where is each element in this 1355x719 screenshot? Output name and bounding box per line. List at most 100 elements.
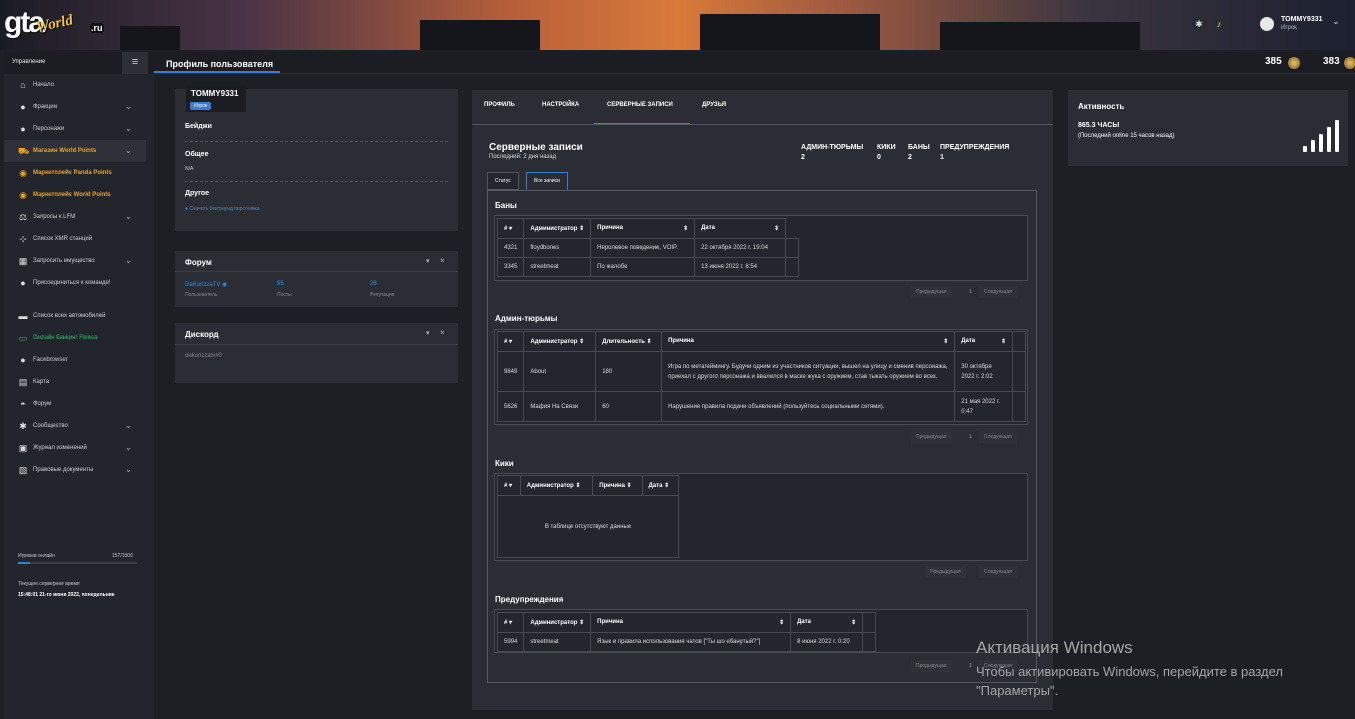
menu-toggle-icon[interactable]: ≡ — [122, 52, 148, 74]
sidebar-item-factions[interactable]: ● Фракции ⌄ — [4, 96, 146, 118]
col-date[interactable]: Дата ⇕ — [694, 218, 787, 239]
sidebar-item-label: Список всех автомобилей — [33, 313, 106, 319]
sidebar-item-panda-market[interactable]: ◉ Маркетплейс Panda Points — [4, 162, 146, 184]
download-background-link[interactable]: ● Скачать бекграунд персонажа — [185, 206, 260, 212]
sidebar-item-vehicles[interactable]: ▬ Список всех автомобилей — [4, 305, 146, 327]
sidebar-item-forum[interactable]: ◓ Форум — [4, 393, 146, 415]
signal-bars-icon — [1303, 120, 1339, 152]
user-role: Игрок — [1281, 25, 1297, 31]
stat-value: 2 — [908, 154, 912, 161]
col-id[interactable]: # ▾ — [496, 218, 525, 239]
col-reason[interactable]: Причина ⇕ — [592, 475, 643, 496]
sidebar-item-legal[interactable]: ▧ Правовые документы ⌄ — [4, 459, 146, 481]
col-id[interactable]: # ▾ — [496, 331, 525, 352]
tab-server-records[interactable]: СЕРВЕРНЫЕ ЗАПИСИ — [607, 102, 673, 108]
col-admin[interactable]: Администратор ⇕ — [523, 218, 592, 239]
cell-admin: streetmeat — [523, 257, 592, 277]
forum-reputation: 28 — [370, 281, 377, 287]
tab-settings[interactable]: НАСТРОЙКА — [542, 102, 579, 108]
column-header: Причина — [599, 483, 625, 489]
tab-profile[interactable]: ПРОФИЛЬ — [484, 102, 515, 108]
sidebar-item-changelog[interactable]: ▣ Журнал изменений ⌄ — [4, 437, 146, 459]
table-filler — [1011, 331, 1027, 352]
column-header: # — [504, 483, 508, 489]
stat-label: ПРЕДУПРЕЖДЕНИЯ — [940, 144, 1010, 151]
col-reason[interactable]: Причина ⇕ — [590, 218, 696, 239]
jails-page-number[interactable]: 1 — [969, 434, 972, 440]
table-row: 4321 floydbones Неролевое поведение, VOI… — [496, 238, 800, 258]
user-name[interactable]: TOMMY9331 — [1281, 16, 1323, 23]
sidebar-item-shop[interactable]: ⛟ Магазин World Points ⌄ — [4, 140, 146, 162]
close-icon[interactable]: × — [440, 256, 445, 265]
col-date[interactable]: Дата ⇕ — [641, 475, 680, 496]
sidebar-item-xmr[interactable]: ⊹ Список XMR станций — [4, 228, 146, 250]
cell-id: 3345 — [496, 257, 525, 277]
warnings-page-number[interactable]: 1 — [969, 663, 972, 669]
chevron-down-icon[interactable]: ▾ — [426, 329, 430, 337]
sidebar-item-characters[interactable]: ● Персонажи ⌄ — [4, 118, 146, 140]
col-duration[interactable]: Длительность ⇕ — [595, 331, 663, 352]
tab-friends[interactable]: ДРУЗЬЯ — [702, 102, 726, 108]
bans-page-number[interactable]: 1 — [969, 289, 972, 295]
bans-prev-button[interactable]: Предыдущая — [911, 286, 952, 298]
people-icon: ● — [20, 355, 26, 365]
column-header: Причина — [668, 338, 694, 344]
sidebar-item-label: Правовые документы — [33, 467, 94, 473]
cell-date: 21 мая 2022 г. 0:47 — [954, 391, 1013, 422]
sidebar-item-community[interactable]: ✱ Сообщество ⌄ — [4, 415, 146, 437]
sidebar-header: Управление ≡ — [4, 52, 154, 74]
cell-id: 5994 — [496, 632, 525, 652]
bell-icon[interactable]: ♪ — [1212, 17, 1226, 31]
signal-bar — [1319, 134, 1323, 152]
chevron-down-icon[interactable]: ⌄ — [1332, 16, 1340, 27]
sidebar-item-lfm[interactable]: ⚖ Запросы к LFM ⌄ — [4, 206, 146, 228]
chevron-down-icon[interactable]: ▾ — [426, 257, 430, 265]
site-logo[interactable]: gta World .ru — [4, 6, 104, 42]
jails-prev-button[interactable]: Предыдущая — [911, 431, 952, 443]
sidebar: Управление ≡ ⌂ Начало ● Фракции ⌄ ● Персонаж… — [4, 52, 154, 719]
table-header-row: # ▾ Администратор ⇕ Причина ⇕ Дата ⇕ — [497, 475, 680, 496]
col-admin[interactable]: Администратор ⇕ — [523, 331, 597, 352]
forum-username[interactable]: DaKurizzaTV ◉ — [185, 281, 227, 288]
online-progress — [18, 562, 137, 564]
col-admin[interactable]: Администратор ⇕ — [519, 475, 594, 496]
col-date[interactable]: Дата ⇕ — [790, 612, 864, 633]
skyline-shape — [420, 20, 540, 50]
forum-username-text: DaKurizzaTV — [185, 282, 221, 288]
sidebar-item-property[interactable]: ▦ Запросить имущество ⌄ — [4, 250, 146, 272]
all-records-button[interactable]: Все записи — [526, 172, 568, 190]
col-admin[interactable]: Администратор ⇕ — [523, 612, 592, 633]
kicks-next-button[interactable]: Следующая — [979, 566, 1017, 578]
col-date[interactable]: Дата ⇕ — [954, 331, 1013, 352]
col-reason[interactable]: Причина ⇕ — [590, 612, 792, 633]
sidebar-item-map[interactable]: ▤ Карта — [4, 371, 146, 393]
kicks-prev-button[interactable]: Предыдущая — [925, 566, 966, 578]
table-row: В таблице отсутствуют данные — [497, 495, 679, 558]
cell-reason: По жалобе — [590, 257, 696, 277]
windows-activation-title: Активация Windows — [976, 638, 1133, 657]
table-header-row: # ▾ Администратор ⇕ Длительность ⇕ Причи… — [496, 331, 1027, 352]
stat-value: 1 — [940, 154, 944, 161]
user-avatar[interactable] — [1260, 17, 1274, 31]
table-filler — [1011, 351, 1027, 392]
table-filler — [1011, 391, 1027, 422]
column-header: Дата — [648, 483, 663, 489]
sidebar-item-facebrowser[interactable]: ● Facebrowser — [4, 349, 146, 371]
sidebar-item-home[interactable]: ⌂ Начало — [4, 74, 146, 96]
column-header: Администратор — [530, 620, 578, 626]
coins-icon: ◉ — [19, 190, 27, 200]
cell-id: 9849 — [496, 351, 525, 392]
building-icon: ▦ — [18, 256, 28, 266]
close-icon[interactable]: × — [440, 328, 445, 337]
col-reason[interactable]: Причина ⇕ — [661, 331, 956, 352]
col-id[interactable]: # ▾ — [496, 612, 525, 633]
status-button[interactable]: Статус — [487, 172, 519, 190]
sidebar-item-banking[interactable]: ▭ Онлайн банкинг Fleeca — [4, 327, 146, 349]
bans-next-button[interactable]: Следующая — [979, 286, 1017, 298]
sidebar-item-join-team[interactable]: ● Присоединиться к команде! — [4, 272, 146, 294]
jails-next-button[interactable]: Следующая — [979, 431, 1017, 443]
warnings-prev-button[interactable]: Предыдущая — [911, 660, 952, 672]
gear-icon[interactable]: ✱ — [1192, 17, 1206, 31]
col-id[interactable]: # ▾ — [497, 475, 521, 496]
sidebar-item-world-market[interactable]: ◉ Маркетплейс World Points — [4, 184, 146, 206]
